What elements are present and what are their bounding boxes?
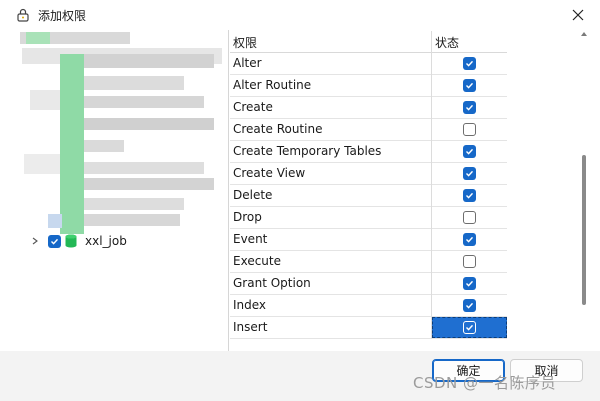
grid-row[interactable]: Execute xyxy=(230,251,507,273)
check-icon xyxy=(466,280,474,287)
privilege-checkbox[interactable] xyxy=(463,233,476,246)
privilege-name: Grant Option xyxy=(233,276,311,290)
privilege-name: Create xyxy=(233,100,273,114)
privilege-name: Create View xyxy=(233,166,306,180)
check-icon xyxy=(466,170,474,177)
check-icon xyxy=(466,104,474,111)
vertical-scrollbar[interactable] xyxy=(580,30,588,320)
check-icon xyxy=(466,192,474,199)
privilege-checkbox[interactable] xyxy=(463,57,476,70)
privilege-checkbox[interactable] xyxy=(463,167,476,180)
privilege-checkbox[interactable] xyxy=(463,101,476,114)
privilege-checkbox[interactable] xyxy=(463,123,476,136)
status-cell[interactable] xyxy=(432,229,507,250)
status-cell[interactable] xyxy=(432,53,507,74)
grid-row[interactable]: Alter xyxy=(230,53,507,75)
close-button[interactable] xyxy=(560,0,596,30)
close-icon xyxy=(572,9,584,21)
privilege-checkbox[interactable] xyxy=(463,79,476,92)
grid-rows: Alter Alter Routine Create Create Routine Cr… xyxy=(230,53,507,339)
privilege-checkbox[interactable] xyxy=(463,211,476,224)
grid-row[interactable]: Grant Option xyxy=(230,273,507,295)
check-icon xyxy=(466,148,474,155)
status-cell[interactable] xyxy=(432,273,507,294)
status-cell[interactable] xyxy=(432,97,507,118)
privilege-name: Execute xyxy=(233,254,281,268)
privilege-name: Delete xyxy=(233,188,273,202)
privilege-checkbox[interactable] xyxy=(463,189,476,202)
status-cell[interactable] xyxy=(432,141,507,162)
status-cell[interactable] xyxy=(432,75,507,96)
lock-icon xyxy=(17,8,29,22)
blurred-tree-region xyxy=(10,30,228,234)
scroll-thumb[interactable] xyxy=(582,155,586,305)
grid-row[interactable]: Delete xyxy=(230,185,507,207)
privilege-checkbox[interactable] xyxy=(463,145,476,158)
database-icon xyxy=(65,234,77,248)
grid-header: 权限 状态 xyxy=(230,31,507,53)
grid-row[interactable]: Alter Routine xyxy=(230,75,507,97)
title-bar: 添加权限 xyxy=(0,0,600,30)
chevron-right-icon[interactable] xyxy=(30,236,40,246)
grid-row[interactable]: Create Routine xyxy=(230,119,507,141)
privilege-name: Create Temporary Tables xyxy=(233,144,382,158)
tree-item-checkbox[interactable] xyxy=(48,234,61,248)
panel-divider[interactable] xyxy=(228,30,229,351)
privilege-name: Index xyxy=(233,298,267,312)
tree-item-label: xxl_job xyxy=(85,234,127,248)
privilege-name: Create Routine xyxy=(233,122,323,136)
grid-row[interactable]: Create View xyxy=(230,163,507,185)
check-icon xyxy=(466,302,474,309)
privilege-grid[interactable]: 权限 状态 Alter Alter Routine Create Create Rou… xyxy=(230,31,507,339)
check-icon xyxy=(466,82,474,89)
column-separator[interactable] xyxy=(431,31,432,339)
privilege-name: Event xyxy=(233,232,268,246)
grid-row[interactable]: Create xyxy=(230,97,507,119)
window-title: 添加权限 xyxy=(38,9,87,23)
privilege-name: Alter xyxy=(233,56,262,70)
privilege-checkbox[interactable] xyxy=(463,321,476,334)
status-cell[interactable] xyxy=(432,163,507,184)
grid-row[interactable]: Create Temporary Tables xyxy=(230,141,507,163)
status-cell[interactable] xyxy=(432,317,507,338)
privilege-name: Drop xyxy=(233,210,262,224)
column-header-status[interactable]: 状态 xyxy=(435,34,459,51)
status-cell[interactable] xyxy=(432,207,507,228)
privilege-name: Insert xyxy=(233,320,268,334)
grid-row[interactable]: Index xyxy=(230,295,507,317)
tree-item-database[interactable]: xxl_job xyxy=(30,231,127,251)
grid-row[interactable]: Event xyxy=(230,229,507,251)
column-header-privilege[interactable]: 权限 xyxy=(233,34,257,51)
privilege-checkbox[interactable] xyxy=(463,255,476,268)
status-cell[interactable] xyxy=(432,251,507,272)
check-icon xyxy=(466,324,474,331)
status-cell[interactable] xyxy=(432,119,507,140)
status-cell[interactable] xyxy=(432,185,507,206)
status-cell[interactable] xyxy=(432,295,507,316)
check-icon xyxy=(466,60,474,67)
check-icon xyxy=(51,238,59,245)
privilege-name: Alter Routine xyxy=(233,78,312,92)
privilege-checkbox[interactable] xyxy=(463,277,476,290)
scroll-up-icon[interactable] xyxy=(580,30,588,38)
object-tree[interactable]: xxl_job xyxy=(10,30,228,351)
watermark-text: CSDN @一名陈序员 xyxy=(413,374,557,392)
privilege-checkbox[interactable] xyxy=(463,299,476,312)
grid-row[interactable]: Insert xyxy=(230,317,507,339)
grid-row[interactable]: Drop xyxy=(230,207,507,229)
check-icon xyxy=(466,236,474,243)
